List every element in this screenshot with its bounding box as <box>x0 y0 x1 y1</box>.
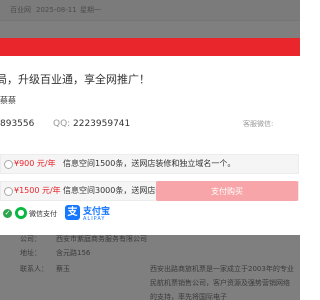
payment-methods: ✓ ● 微信支付 支 支付宝 ALIPAY <box>0 202 300 228</box>
plan-description: 信息空间1500条，送网店装修和独立域名一个。 <box>63 159 236 168</box>
plan-radio[interactable] <box>4 160 13 169</box>
plan-price: ¥1500 元/年 <box>14 186 61 195</box>
upgrade-headline: 局，升级百业通，享全网推广！ <box>0 73 150 86</box>
alipay-icon: 支 <box>65 205 80 220</box>
service-wechat-label: 客服微信: <box>243 120 274 128</box>
plan-option-900[interactable]: ¥900 元/年 信息空间1500条，送网店装修和独立域名一个。 <box>0 154 299 174</box>
screen: 百业网 2025-08-11 星期一 公司： 西安市紫庭商务服务有限公司 地址：… <box>0 0 300 300</box>
contact-name: 蔡蔡 <box>0 96 16 105</box>
upgrade-modal: 局，升级百业通，享全网推广！ 蔡蔡 893556 QQ: 2223959741 … <box>0 38 300 235</box>
wechat-icon[interactable]: ● <box>15 207 27 219</box>
check-circle-icon[interactable]: ✓ <box>3 209 12 218</box>
contact-phone: 893556 <box>0 119 35 129</box>
qq-label: QQ: <box>53 119 71 129</box>
plan-price: ¥900 元/年 <box>14 159 56 168</box>
plan-radio[interactable] <box>4 187 13 196</box>
wechat-pay-label[interactable]: 微信支付 <box>29 209 57 219</box>
alipay-option[interactable]: 支 支付宝 ALIPAY <box>65 202 110 226</box>
modal-header-bar <box>0 38 300 56</box>
pay-purchase-button[interactable]: 支付购买 <box>156 181 298 201</box>
qq-number: 2223959741 <box>73 119 131 129</box>
alipay-subtitle: ALIPAY <box>83 216 106 222</box>
